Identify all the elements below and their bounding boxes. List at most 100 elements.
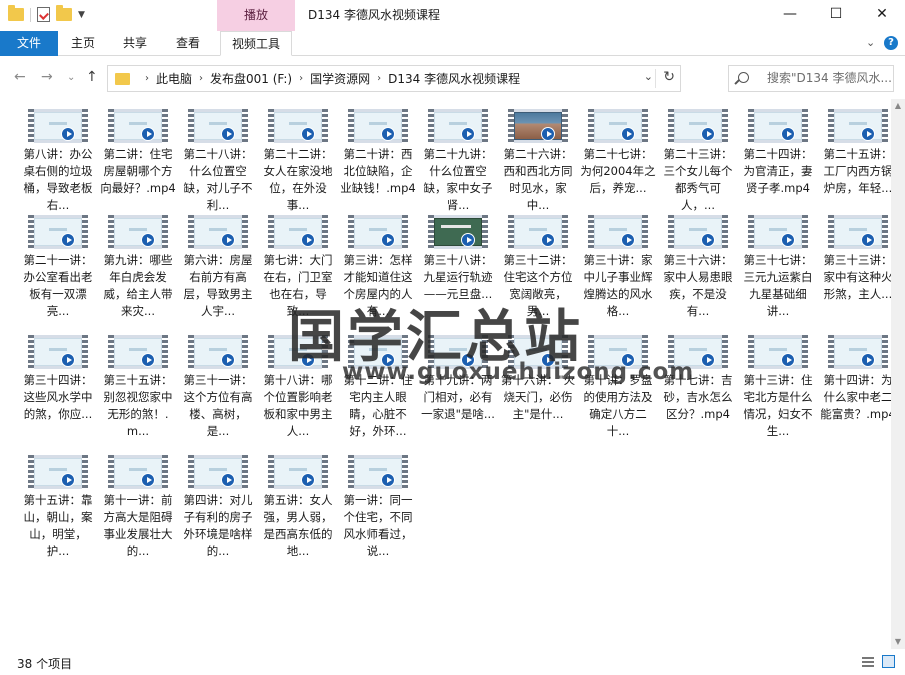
file-item[interactable]: 第二十九讲：什么位置空缺，家中女子肾... <box>419 106 497 218</box>
file-name: 第二十讲：西北位缺陷，企业缺钱！.mp4 <box>340 147 416 195</box>
file-name: 第二十九讲：什么位置空缺，家中女子肾... <box>423 147 493 212</box>
file-item[interactable]: 第十八讲：哪个位置影响老板和家中男主人... <box>259 332 337 444</box>
customize-toolbar-icon[interactable]: ▼ <box>78 10 85 20</box>
file-item[interactable]: 第七讲：大门在右，门卫室也在右，导致... <box>259 212 337 324</box>
refresh-icon[interactable]: ↻ <box>663 69 675 85</box>
file-item[interactable]: 第五讲：女人强，男人弱，是西高东低的地... <box>259 452 337 564</box>
video-thumbnail <box>428 335 488 369</box>
file-name: 第二十四讲：为官清正，妻贤子孝.mp4 <box>743 147 813 195</box>
close-button[interactable]: ✕ <box>859 0 905 31</box>
film-strip-icon <box>322 109 328 143</box>
file-item[interactable]: 第十七讲：吉砂，吉水怎么区分？.mp4 <box>659 332 737 444</box>
video-play-icon <box>461 353 475 367</box>
breadcrumb-folder[interactable]: 国学资源网 <box>310 70 370 87</box>
thumbnail-frame <box>114 218 162 246</box>
file-item[interactable]: 第三讲：怎样才能知道住这个房屋内的人有... <box>339 212 417 324</box>
file-item[interactable]: 第二十三讲：三个女儿每个都秀气可人，... <box>659 106 737 218</box>
breadcrumb-current[interactable]: D134 李德风水视频课程 <box>388 70 520 87</box>
file-item[interactable]: 第二十四讲：为官清正，妻贤子孝.mp4 <box>739 106 817 218</box>
breadcrumb-drive[interactable]: 发布盘001 (F:) <box>210 70 292 87</box>
chevron-right-icon[interactable]: › <box>299 73 303 84</box>
folder-icon[interactable] <box>8 5 24 21</box>
thumbnail-frame <box>434 218 482 246</box>
details-view-icon[interactable] <box>862 657 874 667</box>
file-list-view[interactable]: 第八讲：办公桌右侧的垃圾桶，导致老板右... 第二讲：住宅房屋朝哪个方向最好？.m… <box>0 99 896 649</box>
video-thumbnail <box>28 335 88 369</box>
video-play-icon <box>301 473 315 487</box>
help-icon[interactable]: ? <box>884 36 898 50</box>
file-item[interactable]: 第三十五讲：别忽视您家中无形的煞！.m... <box>99 332 177 444</box>
file-item[interactable]: 第十二讲：住宅内主人眼睛，心脏不好，外环... <box>339 332 417 444</box>
file-item[interactable]: 第三十一讲：这个方位有高楼、高树，是... <box>179 332 257 444</box>
file-item[interactable]: 第二十一讲：办公室看出老板有一双漂亮... <box>19 212 97 324</box>
tab-file[interactable]: 文件 <box>0 31 58 56</box>
thumbnail-frame <box>514 218 562 246</box>
scroll-down-icon[interactable]: ▼ <box>891 635 905 649</box>
chevron-right-icon[interactable]: › <box>145 73 149 84</box>
file-item[interactable]: 第九讲：哪些年白虎会发威，给主人带来灾... <box>99 212 177 324</box>
video-play-icon <box>381 127 395 141</box>
file-item[interactable]: 第十五讲：靠山，朝山，案山，明堂，护... <box>19 452 97 564</box>
maximize-button[interactable]: ☐ <box>813 0 859 31</box>
file-name: 第七讲：大门在右，门卫室也在右，导致... <box>263 253 333 318</box>
film-strip-icon <box>882 335 888 369</box>
file-item[interactable]: 第十三讲：住宅北方是什么情况，妇女不生... <box>739 332 817 444</box>
breadcrumb-this-pc[interactable]: 此电脑 <box>156 70 192 87</box>
file-name: 第二十八讲：什么位置空缺，对儿子不利... <box>183 147 253 212</box>
tab-home[interactable]: 主页 <box>60 31 106 56</box>
file-name: 第二讲：住宅房屋朝哪个方向最好？.mp4 <box>100 147 176 195</box>
chevron-right-icon[interactable]: › <box>199 73 203 84</box>
up-arrow-icon[interactable]: ↑ <box>86 69 98 85</box>
film-strip-icon <box>162 215 168 249</box>
file-item[interactable]: 第三十四讲：这些风水学中的煞，你应... <box>19 332 97 444</box>
file-item[interactable]: 第三十三讲：家中有这种火形煞，主人... <box>819 212 897 324</box>
search-input[interactable]: 搜索"D134 李德风水... <box>728 65 894 92</box>
back-arrow-icon[interactable]: ← <box>14 69 26 85</box>
chevron-right-icon[interactable]: › <box>377 73 381 84</box>
file-item[interactable]: 第一讲：同一个住宅，不同风水师看过，说... <box>339 452 417 564</box>
file-item[interactable]: 第二十讲：西北位缺陷，企业缺钱！.mp4 <box>339 106 417 218</box>
file-item[interactable]: 第三十六讲：家中人易患眼疾，不是没有... <box>659 212 737 324</box>
file-item[interactable]: 第三十讲：家中儿子事业辉煌腾达的风水格... <box>579 212 657 324</box>
file-item[interactable]: 第四讲：对儿子有利的房子外环境是啥样的... <box>179 452 257 564</box>
tab-share[interactable]: 共享 <box>112 31 158 56</box>
file-item[interactable]: 第三十七讲：三元九运紫白九星基础细讲... <box>739 212 817 324</box>
file-name: 第三十六讲：家中人易患眼疾，不是没有... <box>663 253 733 318</box>
thumbnail-frame <box>354 338 402 366</box>
file-item[interactable]: 第三十二讲：住宅这个方位宽阔敞亮，男... <box>499 212 577 324</box>
forward-arrow-icon[interactable]: → <box>41 69 53 85</box>
tab-video-tools[interactable]: 视频工具 <box>220 31 292 56</box>
file-name: 第三十三讲：家中有这种火形煞，主人... <box>823 253 893 301</box>
file-item[interactable]: 第六讲：房屋右前方有高层，导致男主人宇... <box>179 212 257 324</box>
large-icons-view-icon[interactable] <box>882 655 895 668</box>
recent-locations-icon[interactable]: ⌄ <box>67 72 75 83</box>
file-name: 第十九讲：两门相对，必有一家退"是啥... <box>421 373 495 421</box>
file-item[interactable]: 第二十八讲：什么位置空缺，对儿子不利... <box>179 106 257 218</box>
file-item[interactable]: 第二十五讲：工厂内西方锅炉房，年轻... <box>819 106 897 218</box>
file-item[interactable]: 第二讲：住宅房屋朝哪个方向最好？.mp4 <box>99 106 177 218</box>
thumbnail-frame <box>274 338 322 366</box>
thumbnail-frame <box>834 338 882 366</box>
properties-icon[interactable] <box>37 7 50 22</box>
minimize-button[interactable]: — <box>767 0 813 31</box>
file-item[interactable]: 第二十七讲：为何2004年之后，养宠... <box>579 106 657 218</box>
file-item[interactable]: 第十四讲：为什么家中老二能富贵？.mp4 <box>819 332 897 444</box>
file-item[interactable]: 第十一讲：前方高大是阻碍事业发展壮大的... <box>99 452 177 564</box>
file-item[interactable]: 第二十二讲：女人在家没地位，在外没事... <box>259 106 337 218</box>
vertical-scrollbar[interactable]: ▲ ▼ <box>891 99 905 649</box>
file-item[interactable]: 第二十六讲：西和西北方同时见水，家中... <box>499 106 577 218</box>
file-item[interactable]: 第三十八讲：九星运行轨迹——元旦盘... <box>419 212 497 324</box>
file-item[interactable]: 第十九讲：两门相对，必有一家退"是啥... <box>419 332 497 444</box>
file-item[interactable]: 第十六讲："火烧天门，必伤主"是什... <box>499 332 577 444</box>
video-thumbnail <box>188 335 248 369</box>
tab-view[interactable]: 查看 <box>165 31 211 56</box>
context-tab-play[interactable]: 播放 <box>217 0 295 31</box>
video-thumbnail <box>748 109 808 143</box>
file-item[interactable]: 第八讲：办公桌右侧的垃圾桶，导致老板右... <box>19 106 97 218</box>
chevron-down-icon[interactable]: ⌄ <box>644 70 653 83</box>
expand-ribbon-icon[interactable]: ⌄ <box>866 36 875 49</box>
new-folder-icon[interactable] <box>56 5 72 21</box>
scroll-up-icon[interactable]: ▲ <box>891 99 905 113</box>
file-item[interactable]: 第十讲：罗盘的使用方法及确定八方二十... <box>579 332 657 444</box>
address-bar[interactable]: › 此电脑 › 发布盘001 (F:) › 国学资源网 › D134 李德风水视… <box>107 65 681 92</box>
